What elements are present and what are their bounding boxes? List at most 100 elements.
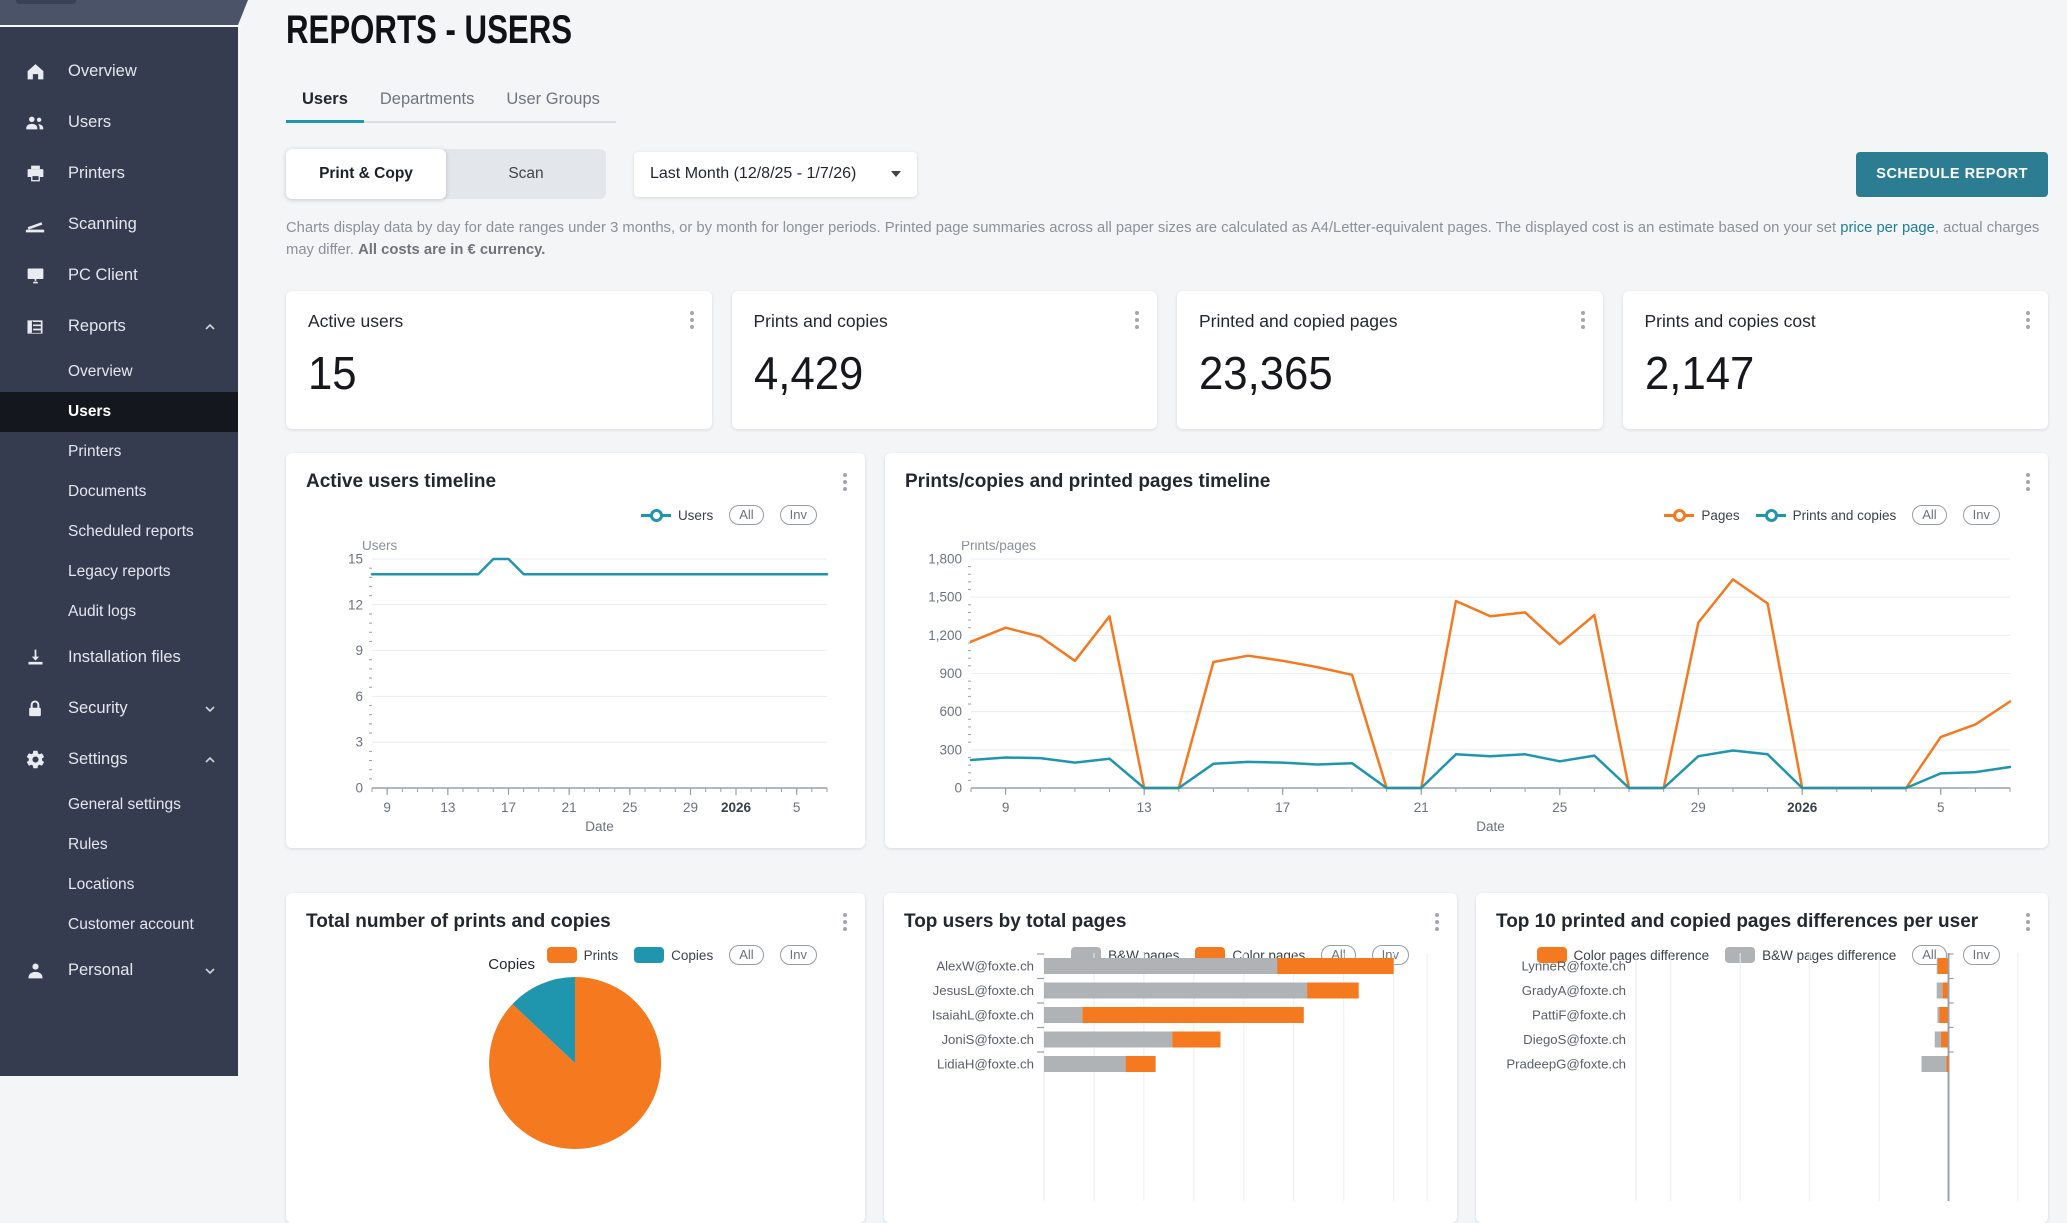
legend-inv-button[interactable]: Inv — [780, 505, 817, 525]
top-users-bar-chart: AlexW@foxte.chJesusL@foxte.chIsaiahL@fox… — [904, 951, 1441, 1201]
sidebar-item-label: Rules — [68, 836, 108, 854]
sidebar-subitem-audit-logs[interactable]: Audit logs — [0, 592, 238, 632]
chart-legend: Users All Inv — [306, 505, 845, 525]
kebab-menu-icon[interactable] — [2024, 309, 2032, 331]
logo-chip — [16, 0, 76, 4]
svg-text:29: 29 — [1691, 800, 1706, 815]
kebab-menu-icon[interactable] — [688, 309, 696, 331]
sidebar-item-pc-client[interactable]: PC Client — [0, 250, 238, 301]
reports-icon — [24, 316, 46, 338]
sidebar-item-label: Settings — [68, 750, 128, 769]
legend-inv-button[interactable]: Inv — [1963, 505, 2000, 525]
legend-label: Pages — [1701, 508, 1739, 523]
person-icon — [24, 960, 46, 982]
kebab-menu-icon[interactable] — [2024, 471, 2032, 493]
svg-text:25: 25 — [1552, 800, 1567, 815]
scanner-icon — [24, 214, 46, 236]
svg-text:5: 5 — [793, 800, 801, 815]
price-per-page-link[interactable]: price per page — [1840, 220, 1935, 236]
sidebar-item-personal[interactable]: Personal — [0, 945, 238, 996]
main-content: REPORTS - USERS Users Departments User G… — [238, 0, 2067, 1076]
stat-value: 4,429 — [754, 346, 1116, 400]
stat-card-prints-copies-cost: Prints and copies cost 2,147 — [1623, 291, 2049, 429]
svg-text:PattiF@foxte.ch: PattiF@foxte.ch — [1532, 1008, 1626, 1023]
sidebar-item-settings[interactable]: Settings — [0, 734, 238, 785]
sidebar-item-security[interactable]: Security — [0, 683, 238, 734]
kebab-menu-icon[interactable] — [1579, 309, 1587, 331]
stat-label: Active users — [308, 311, 690, 332]
stat-value: 15 — [308, 346, 670, 400]
sidebar-item-label: General settings — [68, 796, 181, 814]
legend-item-prints-copies[interactable]: Prints and copies — [1756, 508, 1897, 523]
legend-label: Users — [678, 508, 713, 523]
scan-toggle-button[interactable]: Scan — [446, 149, 606, 199]
monitor-icon — [24, 265, 46, 287]
sidebar-subitem-customer-account[interactable]: Customer account — [0, 905, 238, 945]
svg-text:PradeepG@foxte.ch: PradeepG@foxte.ch — [1506, 1057, 1626, 1072]
sidebar-item-label: Audit logs — [68, 603, 136, 621]
sidebar-item-label: Installation files — [68, 648, 181, 667]
sidebar-item-label: Personal — [68, 961, 133, 980]
schedule-report-button[interactable]: SCHEDULE REPORT — [1856, 152, 2048, 197]
pages-timeline-card: Prints/copies and printed pages timeline… — [885, 453, 2048, 848]
tab-users[interactable]: Users — [286, 81, 364, 123]
sidebar-item-label: Overview — [68, 62, 137, 81]
chart-title: Top users by total pages — [904, 911, 1437, 933]
chart-title: Prints/copies and printed pages timeline — [905, 471, 2028, 493]
sidebar-subitem-general-settings[interactable]: General settings — [0, 785, 238, 825]
date-range-select[interactable]: Last Month (12/8/25 - 1/7/26) — [634, 152, 917, 197]
sidebar-subitem-rules[interactable]: Rules — [0, 825, 238, 865]
svg-text:29: 29 — [683, 800, 698, 815]
kebab-menu-icon[interactable] — [1433, 911, 1441, 933]
tab-user-groups[interactable]: User Groups — [490, 81, 616, 121]
sidebar-subitem-scheduled-reports[interactable]: Scheduled reports — [0, 512, 238, 552]
pages-line-chart: Prints/pages03006009001,2001,5001,800913… — [905, 541, 2032, 838]
legend-item-pages[interactable]: Pages — [1664, 508, 1739, 523]
sidebar-item-reports[interactable]: Reports — [0, 301, 238, 352]
legend-all-button[interactable]: All — [1912, 505, 1946, 525]
gear-icon — [24, 749, 46, 771]
sidebar-subitem-reports-documents[interactable]: Documents — [0, 472, 238, 512]
svg-text:2026: 2026 — [1787, 800, 1818, 815]
info-note: Charts display data by day for date rang… — [286, 217, 2048, 261]
sidebar-item-installation-files[interactable]: Installation files — [0, 632, 238, 683]
sidebar-item-printers[interactable]: Printers — [0, 148, 238, 199]
svg-text:900: 900 — [939, 666, 962, 681]
sidebar-item-label: Documents — [68, 483, 146, 501]
svg-text:IsaiahL@foxte.ch: IsaiahL@foxte.ch — [932, 1008, 1034, 1023]
chevron-up-icon — [202, 319, 218, 335]
svg-text:17: 17 — [501, 800, 516, 815]
stat-cards-row: Active users 15 Prints and copies 4,429 … — [286, 291, 2048, 429]
kebab-menu-icon[interactable] — [841, 471, 849, 493]
sidebar-item-label: Legacy reports — [68, 563, 171, 581]
tab-departments[interactable]: Departments — [364, 81, 490, 121]
sidebar-subitem-reports-users[interactable]: Users — [0, 392, 238, 432]
sidebar-item-label: Overview — [68, 363, 133, 381]
svg-text:1,500: 1,500 — [928, 590, 962, 605]
svg-text:3: 3 — [355, 735, 363, 750]
pages-differences-bar-chart: LynneR@foxte.chGradyA@foxte.chPattiF@fox… — [1496, 951, 2032, 1201]
users-icon — [24, 112, 46, 134]
svg-text:JesusL@foxte.ch: JesusL@foxte.ch — [933, 983, 1034, 998]
svg-text:DiegoS@foxte.ch: DiegoS@foxte.ch — [1523, 1032, 1626, 1047]
sidebar-item-users[interactable]: Users — [0, 97, 238, 148]
sidebar-subitem-legacy-reports[interactable]: Legacy reports — [0, 552, 238, 592]
sidebar-item-label: Security — [68, 699, 128, 718]
sidebar-subitem-locations[interactable]: Locations — [0, 865, 238, 905]
kebab-menu-icon[interactable] — [841, 911, 849, 933]
sidebar-subitem-reports-overview[interactable]: Overview — [0, 352, 238, 392]
kebab-menu-icon[interactable] — [1133, 309, 1141, 331]
sidebar-item-scanning[interactable]: Scanning — [0, 199, 238, 250]
svg-text:2026: 2026 — [721, 800, 752, 815]
kebab-menu-icon[interactable] — [2024, 911, 2032, 933]
print-copy-toggle-button[interactable]: Print & Copy — [286, 149, 446, 199]
legend-all-button[interactable]: All — [729, 505, 763, 525]
date-range-value: Last Month (12/8/25 - 1/7/26) — [650, 165, 856, 183]
note-text: Charts display data by day for date rang… — [286, 220, 1840, 236]
stat-card-active-users: Active users 15 — [286, 291, 712, 429]
svg-text:0: 0 — [954, 781, 962, 796]
sidebar-item-overview[interactable]: Overview — [0, 46, 238, 97]
timeline-charts-row: Active users timeline Users All Inv User… — [286, 453, 2048, 848]
sidebar-subitem-reports-printers[interactable]: Printers — [0, 432, 238, 472]
legend-item-users[interactable]: Users — [641, 508, 713, 523]
